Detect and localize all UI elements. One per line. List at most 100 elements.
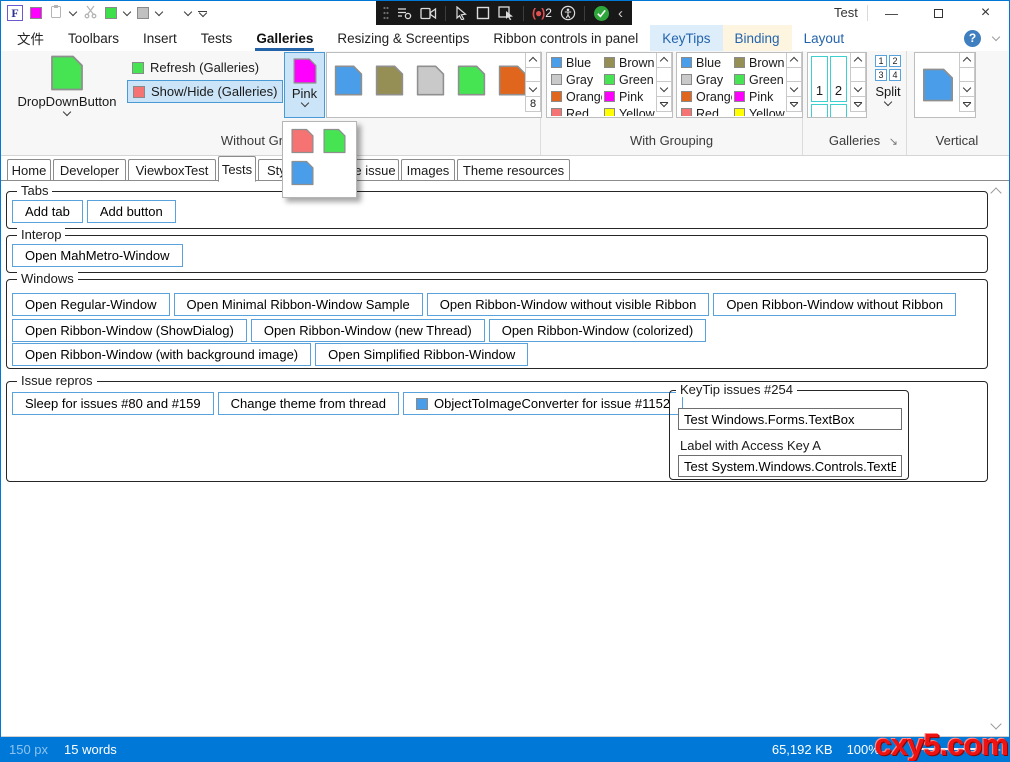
split-button[interactable]: 1 2 3 4 Split xyxy=(871,55,905,119)
help-icon[interactable]: ? xyxy=(964,30,981,47)
wpf-textbox[interactable] xyxy=(678,455,902,477)
gallery-scroll-down-button[interactable] xyxy=(786,81,802,97)
gallery-scroll-down-button[interactable] xyxy=(850,81,866,97)
close-button[interactable]: × xyxy=(962,1,1009,25)
record-indicator-icon[interactable]: (●)2 xyxy=(532,6,552,20)
color-item[interactable]: Blue xyxy=(549,54,602,71)
open-ribbon-window-showdialog-button[interactable]: Open Ribbon-Window (ShowDialog) xyxy=(12,319,247,342)
color-item[interactable]: Brown xyxy=(732,54,785,71)
refresh-galleries-button[interactable]: Refresh (Galleries) xyxy=(127,56,264,79)
gallery-scroll-thumb[interactable] xyxy=(525,67,541,82)
objecttoimageconverter-button[interactable]: ObjectToImageConverter for issue #1152 xyxy=(403,392,683,415)
pink-dropdown-button[interactable]: Pink xyxy=(284,52,325,118)
color-item[interactable]: Yellow xyxy=(732,105,785,116)
gallery-item-2[interactable]: 2 xyxy=(830,56,847,102)
chevron-down-icon[interactable] xyxy=(123,7,131,15)
gallery-scroll-thumb[interactable] xyxy=(959,67,975,82)
gallery-item-partial[interactable] xyxy=(811,104,828,118)
color-item[interactable]: Brown xyxy=(602,54,655,71)
gallery-item-partial[interactable] xyxy=(830,104,847,118)
tab-viewboxtest[interactable]: ViewboxTest xyxy=(128,159,216,181)
gallery-badge[interactable]: 8 xyxy=(525,96,541,112)
color-item[interactable]: Orange xyxy=(549,88,602,105)
dialog-launcher-icon[interactable]: ↘ xyxy=(889,137,898,148)
scroll-up-icon[interactable] xyxy=(990,187,1001,198)
change-theme-thread-button[interactable]: Change theme from thread xyxy=(218,392,399,415)
sleep-issues-button[interactable]: Sleep for issues #80 and #159 xyxy=(12,392,214,415)
gallery-scroll-up-button[interactable] xyxy=(850,52,866,68)
open-minimal-ribbon-window-button[interactable]: Open Minimal Ribbon-Window Sample xyxy=(174,293,423,316)
gallery-scroll-down-button[interactable] xyxy=(959,81,975,97)
capture-settings-icon[interactable] xyxy=(397,6,412,20)
show-hide-galleries-button[interactable]: Show/Hide (Galleries) xyxy=(127,80,283,103)
gallery-scroll-up-button[interactable] xyxy=(525,52,541,68)
open-ribbon-window-new-thread-button[interactable]: Open Ribbon-Window (new Thread) xyxy=(251,319,485,342)
gallery-scroll-up-button[interactable] xyxy=(786,52,802,68)
gallery-item-blue[interactable] xyxy=(333,64,364,97)
gallery-scroll-up-button[interactable] xyxy=(959,52,975,68)
color-item[interactable]: Blue xyxy=(679,54,732,71)
gray-swatch-icon[interactable] xyxy=(137,7,149,19)
tab-developer[interactable]: Developer xyxy=(53,159,126,181)
gallery-scroll-thumb[interactable] xyxy=(656,67,672,82)
ribbon-tab-keytips[interactable]: KeyTips xyxy=(650,25,722,51)
tab-images[interactable]: Images xyxy=(401,159,455,181)
app-icon[interactable]: F xyxy=(7,5,23,21)
ribbon-tab-tests[interactable]: Tests xyxy=(189,25,245,51)
success-check-icon[interactable] xyxy=(593,5,610,22)
popup-item-green[interactable] xyxy=(322,128,347,154)
region-icon[interactable] xyxy=(476,6,490,20)
tab-issue[interactable]: e issue xyxy=(351,159,399,181)
region-cursor-icon[interactable] xyxy=(498,6,515,20)
color-item[interactable]: Red xyxy=(679,105,732,116)
chevron-down-icon[interactable] xyxy=(69,7,77,15)
green-swatch-icon[interactable] xyxy=(105,7,117,19)
paste-icon[interactable] xyxy=(49,4,63,22)
gallery-expand-button[interactable] xyxy=(959,96,975,112)
popup-item-blue[interactable] xyxy=(290,160,315,186)
gallery-item-green[interactable] xyxy=(456,64,487,97)
color-item[interactable]: Yellow xyxy=(602,105,655,116)
gallery-scroll-thumb[interactable] xyxy=(786,67,802,82)
color-item[interactable]: Pink xyxy=(602,88,655,105)
minimize-ribbon-chevron-icon[interactable] xyxy=(992,32,1000,40)
qat-more-icon[interactable] xyxy=(198,11,207,16)
open-simplified-ribbon-window-button[interactable]: Open Simplified Ribbon-Window xyxy=(315,343,528,366)
ribbon-tab-binding[interactable]: Binding xyxy=(723,25,792,51)
gallery-item-orange[interactable] xyxy=(497,64,528,97)
color-item[interactable]: Green xyxy=(602,71,655,88)
ribbon-tab-toolbars[interactable]: Toolbars xyxy=(56,25,131,51)
camera-icon[interactable] xyxy=(420,7,437,20)
gallery-expand-button[interactable] xyxy=(850,96,866,112)
cut-icon[interactable] xyxy=(83,4,98,22)
chevron-down-icon[interactable] xyxy=(184,7,192,15)
open-ribbon-window-colorized-button[interactable]: Open Ribbon-Window (colorized) xyxy=(489,319,706,342)
open-mahmetro-window-button[interactable]: Open MahMetro-Window xyxy=(12,244,183,267)
color-item[interactable]: Red xyxy=(549,105,602,116)
ribbon-tab-file[interactable]: 文件 xyxy=(5,25,56,51)
gallery-scroll-thumb[interactable] xyxy=(850,67,866,82)
dropdown-button[interactable]: DropDownButton xyxy=(11,55,123,143)
color-item[interactable]: Green xyxy=(732,71,785,88)
gallery-scroll-up-button[interactable] xyxy=(656,52,672,68)
ribbon-tab-panel-controls[interactable]: Ribbon controls in panel xyxy=(481,25,650,51)
gallery-item-1[interactable]: 1 xyxy=(811,56,828,102)
gallery-item-gray[interactable] xyxy=(415,64,446,97)
gallery-expand-button[interactable] xyxy=(656,96,672,112)
gallery-item-olive[interactable] xyxy=(374,64,405,97)
open-ribbon-window-without-ribbon-button[interactable]: Open Ribbon-Window without Ribbon xyxy=(713,293,956,316)
add-button-button[interactable]: Add button xyxy=(87,200,176,223)
ribbon-tab-layout[interactable]: Layout xyxy=(792,25,857,51)
color-item[interactable]: Gray xyxy=(549,71,602,88)
gallery-expand-button[interactable] xyxy=(786,96,802,112)
blue-document-icon[interactable] xyxy=(921,68,955,102)
color-item[interactable]: Pink xyxy=(732,88,785,105)
ribbon-tab-galleries[interactable]: Galleries xyxy=(244,25,325,51)
open-ribbon-window-no-visible-ribbon-button[interactable]: Open Ribbon-Window without visible Ribbo… xyxy=(427,293,710,316)
tab-tests[interactable]: Tests xyxy=(218,156,256,182)
popup-item-red[interactable] xyxy=(290,128,315,154)
collapse-chevron-icon[interactable]: ‹ xyxy=(618,6,623,21)
ribbon-tab-resizing[interactable]: Resizing & Screentips xyxy=(325,25,481,51)
chevron-down-icon[interactable] xyxy=(155,7,163,15)
tab-theme-resources[interactable]: Theme resources xyxy=(457,159,570,181)
